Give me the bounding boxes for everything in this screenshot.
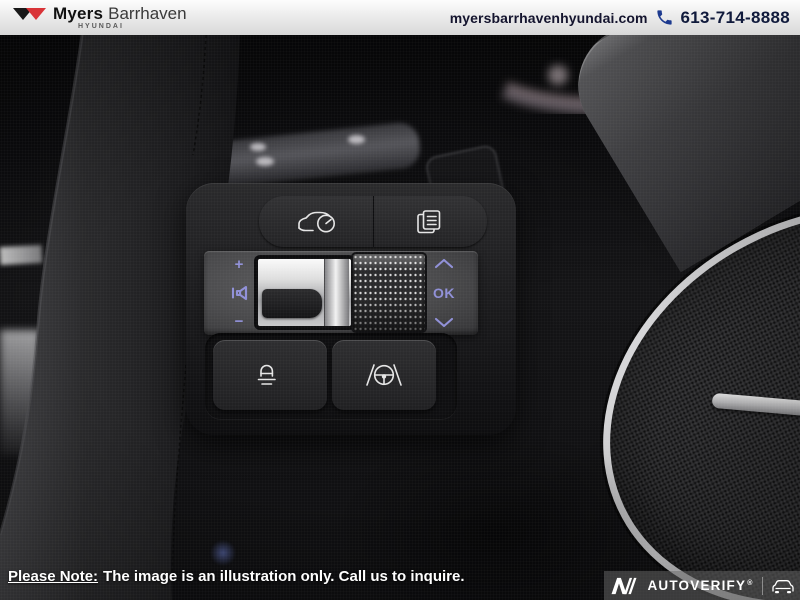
scroll-wheel [353, 254, 425, 331]
dealer-header-banner: Myers Barrhaven HYUNDAI myersbarrhavenhy… [0, 0, 800, 36]
chevron-up-icon [433, 257, 455, 269]
follow-distance-icon [253, 362, 287, 389]
lane-keep-icon [362, 362, 406, 388]
follow-distance-button [213, 340, 327, 410]
car-icon[interactable] [771, 578, 795, 594]
dealer-contact: myersbarrhavenhyundai.com 613-714-8888 [450, 8, 790, 28]
autoverify-badge[interactable]: AUTOVERIFY® [604, 571, 800, 600]
bokeh-highlight [210, 540, 236, 566]
volume-plus-label: + [235, 257, 244, 272]
volume-controls: + − [226, 253, 252, 333]
volume-minus-label: − [235, 314, 244, 329]
dealer-phone: 613-714-8888 [681, 8, 790, 28]
slider-chrome-knob [324, 259, 349, 326]
top-button-row [259, 196, 487, 247]
menu-pages-button [374, 196, 488, 247]
drive-mode-button [259, 196, 374, 247]
disclaimer-label: Please Note: [8, 568, 98, 585]
autoverify-label: AUTOVERIFY® [647, 578, 753, 593]
dealer-brand: HYUNDAI [78, 23, 187, 30]
chevron-down-icon [433, 317, 455, 329]
autoverify-logo-icon [609, 577, 639, 595]
dealer-name-bold: Myers [53, 5, 103, 22]
dealer-website: myersbarrhavenhyundai.com [450, 10, 648, 26]
menu-pages-icon [415, 208, 445, 236]
badge-divider [762, 577, 763, 595]
steering-wheel-photo: + − OK [0, 35, 800, 600]
dealer-logo-icon [12, 7, 48, 21]
dealer-name-light: Barrhaven [108, 5, 186, 22]
slider-handle [262, 289, 322, 318]
volume-speaker-icon [230, 285, 248, 301]
ok-label: OK [433, 285, 455, 301]
phone-icon [655, 8, 674, 27]
vehicle-photo-page: Myers Barrhaven HYUNDAI myersbarrhavenhy… [0, 0, 800, 600]
lane-keep-button [332, 340, 436, 410]
drive-mode-icon [293, 207, 339, 237]
registered-mark: ® [747, 580, 753, 587]
dealer-logo-block: Myers Barrhaven HYUNDAI [12, 5, 187, 30]
disclaimer-note: Please Note: The image is an illustration… [8, 568, 465, 585]
disclaimer-text: The image is an illustration only. Call … [103, 568, 464, 585]
ok-scroll-controls: OK [430, 253, 458, 333]
volume-slider [256, 257, 353, 328]
